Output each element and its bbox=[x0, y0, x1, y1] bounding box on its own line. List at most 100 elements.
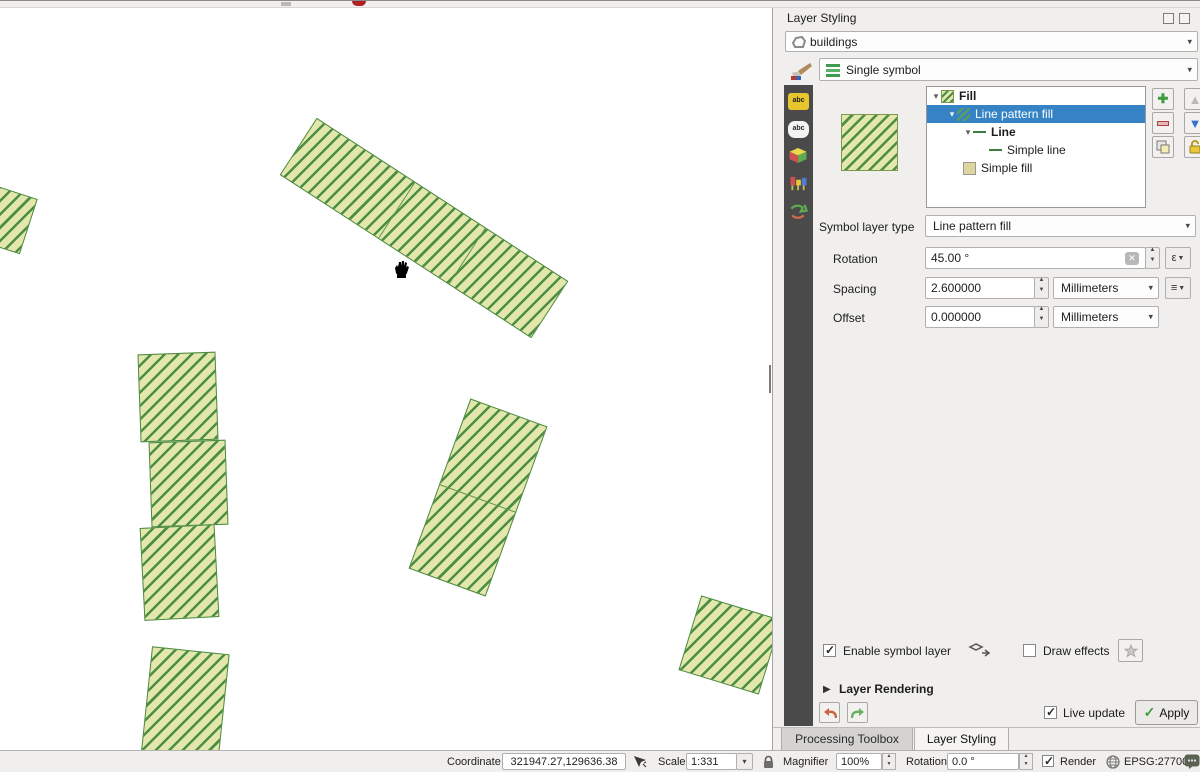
renderer-value: Single symbol bbox=[846, 63, 921, 77]
live-update-checkbox[interactable] bbox=[1044, 706, 1057, 719]
pan-hand-cursor bbox=[391, 259, 411, 279]
magnifier-spinner[interactable]: ▲ ▼ bbox=[882, 753, 896, 770]
chevron-down-icon: ▾ bbox=[1148, 312, 1153, 323]
undo-button[interactable] bbox=[819, 702, 840, 723]
close-panel-icon[interactable] bbox=[1179, 13, 1190, 24]
mask-icon[interactable]: abc bbox=[788, 121, 809, 138]
clear-value-icon[interactable]: ✕ bbox=[1125, 252, 1139, 265]
panel-title: Layer Styling bbox=[787, 11, 856, 25]
lock-icon bbox=[1188, 140, 1200, 154]
coordinate-label: Coordinate bbox=[447, 756, 501, 768]
offset-input[interactable]: 0.000000 bbox=[925, 306, 1035, 328]
spin-down-icon[interactable]: ▼ bbox=[1035, 317, 1048, 327]
duplicate-symbol-layer-button[interactable] bbox=[1152, 136, 1174, 158]
history-icon[interactable] bbox=[788, 203, 809, 220]
lock-color-button[interactable] bbox=[1184, 136, 1200, 158]
crs-globe-icon[interactable] bbox=[1106, 755, 1120, 769]
offset-unit-combo[interactable]: Millimeters ▾ bbox=[1053, 306, 1159, 328]
scale-lock-icon[interactable] bbox=[762, 755, 775, 769]
map-rotation-spinner[interactable]: ▲ ▼ bbox=[1019, 753, 1033, 770]
undo-icon bbox=[823, 707, 837, 719]
offset-label: Offset bbox=[833, 311, 865, 325]
layer-rendering-header[interactable]: Layer Rendering bbox=[839, 682, 934, 696]
draw-effects-label: Draw effects bbox=[1043, 644, 1109, 658]
rotation-data-defined-override-button[interactable]: ε▼ bbox=[1165, 247, 1191, 269]
building-polygon[interactable] bbox=[280, 118, 569, 338]
spacing-spinner[interactable]: ▲ ▼ bbox=[1034, 277, 1049, 299]
building-polygon[interactable] bbox=[0, 184, 38, 255]
move-down-button[interactable]: ▼ bbox=[1184, 112, 1200, 134]
line-symbol-icon bbox=[973, 126, 986, 139]
symbol-layer-type-combo[interactable]: Line pattern fill ▾ bbox=[925, 215, 1196, 237]
chevron-down-icon: ▾ bbox=[1185, 221, 1190, 232]
map-canvas[interactable] bbox=[0, 8, 772, 750]
labels-icon[interactable]: abc bbox=[788, 93, 809, 110]
tab-processing-toolbox[interactable]: Processing Toolbox bbox=[781, 728, 913, 750]
draw-effects-checkbox[interactable] bbox=[1023, 644, 1036, 657]
polygon-layer-icon bbox=[791, 36, 807, 49]
tree-item-simple-fill[interactable]: Simple fill bbox=[927, 159, 1145, 177]
float-panel-icon[interactable] bbox=[1163, 13, 1174, 24]
map-rotation-label: Rotation bbox=[906, 756, 947, 768]
mouse-tracking-icon[interactable] bbox=[632, 755, 648, 769]
expander-icon[interactable]: ▾ bbox=[963, 127, 973, 138]
spin-down-icon[interactable]: ▼ bbox=[883, 762, 895, 770]
building-polygon[interactable] bbox=[678, 595, 772, 694]
enable-symbol-layer-label: Enable symbol layer bbox=[843, 644, 951, 658]
messages-icon[interactable] bbox=[1184, 754, 1200, 769]
toolbar-icon-fragment bbox=[281, 2, 291, 6]
tree-item-line[interactable]: ▾ Line bbox=[927, 123, 1145, 141]
layer-selector-combo[interactable]: buildings ▾ bbox=[785, 31, 1198, 52]
tree-item-line-pattern-fill[interactable]: ▾ Line pattern fill bbox=[927, 105, 1145, 123]
rotation-label: Rotation bbox=[833, 252, 878, 266]
enable-symbol-layer-checkbox[interactable] bbox=[823, 644, 836, 657]
remove-symbol-layer-button[interactable] bbox=[1152, 112, 1174, 134]
coordinate-input[interactable]: 321947.27,129636.38 bbox=[502, 753, 626, 770]
diagrams-icon[interactable] bbox=[788, 175, 809, 192]
tree-item-simple-line[interactable]: Simple line bbox=[927, 141, 1145, 159]
redo-button[interactable] bbox=[847, 702, 868, 723]
tree-item-fill[interactable]: ▾ Fill bbox=[927, 87, 1145, 105]
expander-icon[interactable]: ▾ bbox=[931, 91, 941, 102]
spin-down-icon[interactable]: ▼ bbox=[1035, 288, 1048, 298]
rotation-input[interactable]: 45.00 ° ✕ bbox=[925, 247, 1146, 269]
building-polygon[interactable] bbox=[409, 398, 548, 596]
building-polygon[interactable] bbox=[140, 524, 220, 621]
collapse-arrow-icon[interactable]: ▶ bbox=[823, 684, 831, 695]
symbol-layer-tree: ▾ Fill ▾ Line pattern fill ▾ Line Simple… bbox=[926, 86, 1146, 208]
customize-effects-button[interactable] bbox=[1118, 639, 1143, 662]
panel-splitter-handle[interactable] bbox=[769, 365, 771, 393]
expander-icon[interactable]: ▾ bbox=[947, 109, 957, 120]
simple-fill-icon bbox=[963, 162, 976, 175]
chevron-down-icon: ▾ bbox=[1187, 64, 1192, 75]
spin-down-icon[interactable]: ▼ bbox=[1020, 762, 1032, 770]
simple-line-icon bbox=[989, 144, 1002, 157]
layer-selector-value: buildings bbox=[810, 35, 857, 49]
spin-down-icon[interactable]: ▼ bbox=[1146, 258, 1159, 268]
apply-button[interactable]: ✓ Apply bbox=[1135, 700, 1198, 725]
duplicate-icon bbox=[1156, 140, 1170, 154]
building-polygon[interactable] bbox=[149, 440, 229, 528]
magnifier-input[interactable]: 100% bbox=[836, 753, 882, 770]
offset-spinner[interactable]: ▲ ▼ bbox=[1034, 306, 1049, 328]
renderer-combo[interactable]: Single symbol ▾ bbox=[819, 58, 1198, 81]
single-symbol-icon bbox=[826, 64, 840, 77]
render-checkbox[interactable] bbox=[1042, 755, 1054, 767]
building-polygon[interactable] bbox=[137, 352, 218, 443]
enable-layer-override-button[interactable] bbox=[966, 641, 994, 661]
map-rotation-input[interactable]: 0.0 ° bbox=[947, 753, 1019, 770]
scale-dropdown-button[interactable]: ▾ bbox=[736, 753, 753, 770]
spacing-unit-combo[interactable]: Millimeters ▾ bbox=[1053, 277, 1159, 299]
scale-input[interactable]: 1:331 bbox=[686, 753, 737, 770]
symbology-brush-icon[interactable] bbox=[788, 61, 813, 82]
add-symbol-layer-button[interactable]: ✚ bbox=[1152, 88, 1174, 110]
move-up-button[interactable]: ▲ bbox=[1184, 88, 1200, 110]
spacing-input[interactable]: 2.600000 bbox=[925, 277, 1035, 299]
chevron-down-icon: ▼ bbox=[1178, 285, 1185, 292]
rotation-spinner[interactable]: ▲ ▼ bbox=[1145, 247, 1160, 269]
scale-label: Scale bbox=[658, 756, 686, 768]
building-polygon[interactable] bbox=[140, 646, 229, 750]
spacing-data-defined-override-button[interactable]: ≡▼ bbox=[1165, 277, 1191, 299]
tab-layer-styling[interactable]: Layer Styling bbox=[914, 728, 1009, 750]
3d-view-icon[interactable] bbox=[788, 147, 809, 164]
